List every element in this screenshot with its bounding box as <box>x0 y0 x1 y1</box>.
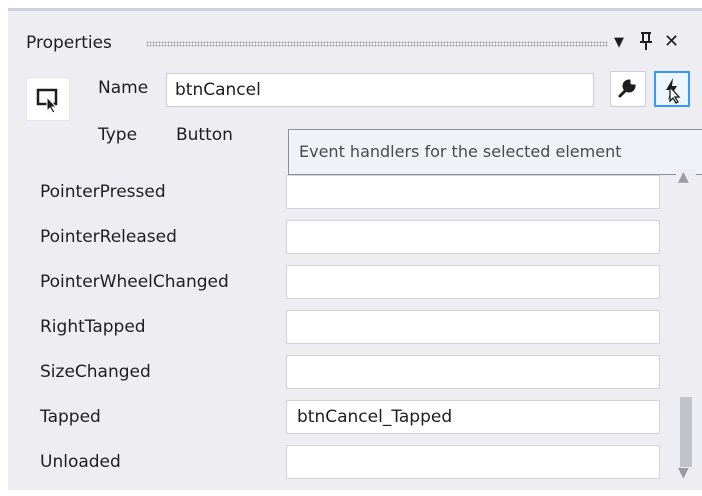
scroll-down-arrow[interactable]: ▼ <box>678 465 689 481</box>
event-name: Unloaded <box>40 452 121 472</box>
panel-title-bar: Properties ▼ ✕ <box>8 29 702 59</box>
event-name: PointerPressed <box>40 182 166 202</box>
tooltip: Event handlers for the selected element <box>288 129 702 175</box>
event-handler-input[interactable] <box>286 310 660 344</box>
lightning-icon <box>666 78 681 104</box>
event-row: PointerPressed <box>8 170 702 215</box>
select-cursor-icon <box>36 88 58 114</box>
scroll-up-arrow[interactable]: ▲ <box>678 169 689 185</box>
dropdown-icon[interactable]: ▼ <box>614 35 624 50</box>
event-name: PointerReleased <box>40 227 177 247</box>
event-row: PointerReleased <box>8 215 702 260</box>
event-handler-input[interactable] <box>286 445 660 479</box>
select-element-button[interactable] <box>26 77 70 121</box>
name-field[interactable] <box>166 73 594 107</box>
event-handler-input[interactable] <box>286 175 660 209</box>
event-name: PointerWheelChanged <box>40 272 229 292</box>
event-row: PointerWheelChanged <box>8 260 702 305</box>
wrench-icon <box>618 79 636 98</box>
type-label: Type <box>98 125 138 145</box>
scrollbar-thumb[interactable] <box>680 397 692 467</box>
pin-icon[interactable] <box>638 31 654 56</box>
close-icon[interactable]: ✕ <box>664 31 679 52</box>
properties-view-button[interactable] <box>610 71 646 107</box>
name-label: Name <box>98 78 149 98</box>
event-name: SizeChanged <box>40 362 151 382</box>
panel-title: Properties <box>26 33 112 53</box>
event-row: SizeChanged <box>8 350 702 395</box>
event-handler-input[interactable] <box>286 220 660 254</box>
properties-panel: Properties ▼ ✕ Name Type Button Event ha… <box>8 8 702 490</box>
event-row: Tapped <box>8 395 702 440</box>
event-row: Unloaded <box>8 440 702 485</box>
event-name: Tapped <box>40 407 101 427</box>
events-view-button[interactable] <box>654 71 690 107</box>
event-handler-input[interactable] <box>286 400 660 434</box>
event-row: RightTapped <box>8 305 702 350</box>
event-handler-input[interactable] <box>286 265 660 299</box>
event-name: RightTapped <box>40 317 146 337</box>
event-handler-input[interactable] <box>286 355 660 389</box>
drag-grip[interactable] <box>146 41 608 47</box>
type-value: Button <box>176 125 233 145</box>
